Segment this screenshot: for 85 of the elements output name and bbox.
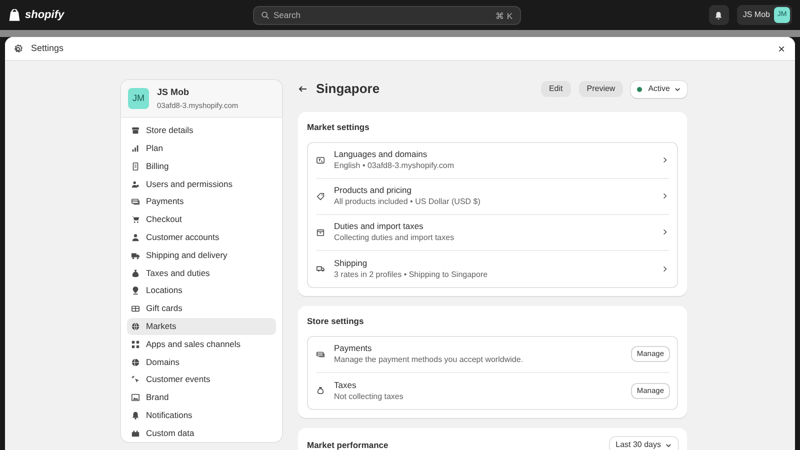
caret-icon <box>665 442 672 448</box>
gift-card-icon <box>131 304 140 314</box>
row-title: Duties and import taxes <box>334 220 424 232</box>
notifications-button[interactable] <box>708 5 729 25</box>
apps-icon <box>131 340 140 349</box>
close-button[interactable]: × <box>776 42 787 54</box>
sidebar-item[interactable]: Billing <box>127 157 276 176</box>
date-range-dropdown[interactable]: Last 30 days <box>610 436 678 450</box>
sidebar-item[interactable]: Customer events <box>127 370 276 389</box>
sidebar-item[interactable]: Taxes and duties <box>127 264 276 282</box>
sidebar-item[interactable]: Locations <box>127 282 276 300</box>
cart-icon <box>131 215 140 224</box>
sidebar-item[interactable]: Notifications <box>127 406 276 424</box>
settings-row[interactable]: Duties and import taxes Collecting duties and import taxes <box>316 214 669 251</box>
pin-icon <box>131 286 140 296</box>
shopping-bag-logo-icon <box>8 8 21 22</box>
store-name: JS Mob <box>157 86 190 99</box>
bag-icon <box>131 268 140 278</box>
page-title: Singapore <box>316 80 380 98</box>
chevron-right-icon <box>661 192 669 200</box>
bell-icon <box>131 410 140 420</box>
blocks-icon <box>131 428 140 438</box>
image-icon <box>131 393 140 402</box>
row-title: Taxes <box>334 378 358 390</box>
row-title: Languages and domains <box>334 148 428 160</box>
status-dropdown[interactable]: Active <box>631 80 687 98</box>
row-subtitle: English • 03afd8-3.myshopify.com <box>334 160 456 172</box>
row-title: Products and pricing <box>334 184 412 196</box>
sidebar-item[interactable]: Customer accounts <box>127 228 276 246</box>
bag-icon <box>316 386 325 395</box>
header-button[interactable]: Preview <box>578 81 624 97</box>
card-title: Market settings <box>307 121 370 134</box>
globe-icon <box>131 358 140 366</box>
chevron-right-icon <box>661 156 669 164</box>
truck-icon <box>131 250 140 260</box>
row-subtitle: Collecting duties and import taxes <box>334 232 456 244</box>
row-subtitle: All products included • US Dollar (USD $) <box>334 196 482 208</box>
search-icon <box>260 10 270 20</box>
sidebar-item[interactable]: Apps and sales channels <box>127 335 276 354</box>
header-button[interactable]: Edit <box>540 81 571 97</box>
card-icon <box>316 350 325 358</box>
row-title: Shipping <box>334 256 368 269</box>
chevron-right-icon <box>661 264 669 273</box>
shortcut-hint: ⌘ K <box>495 10 512 22</box>
people-icon <box>131 180 140 189</box>
gear-icon <box>13 44 23 54</box>
card-title: Store settings <box>307 314 365 328</box>
chevron-right-icon <box>661 228 669 236</box>
store-icon <box>131 126 140 136</box>
logo-text: shopify <box>25 8 64 23</box>
person-icon <box>131 232 140 242</box>
receipt-icon <box>131 162 140 171</box>
translate-icon <box>316 156 325 165</box>
back-arrow-icon <box>298 84 308 94</box>
card-icon <box>131 197 140 206</box>
row-subtitle: 3 rates in 2 profiles • Shipping to Singapore <box>334 268 489 281</box>
store-avatar: JM <box>128 88 149 109</box>
caret-icon <box>674 86 681 92</box>
row-subtitle: Manage the payment methods you accept worldwide. <box>334 354 524 366</box>
tag-icon <box>316 192 325 201</box>
box-icon <box>316 228 325 237</box>
cursor-click-icon <box>131 375 140 384</box>
sidebar-item[interactable]: Custom data <box>127 424 276 442</box>
globe-icon <box>131 322 140 331</box>
back-button[interactable] <box>298 84 308 94</box>
settings-row[interactable]: Shipping 3 rates in 2 profiles • Shipping to Singapore <box>316 250 669 287</box>
truck-icon <box>316 264 325 274</box>
sidebar-item[interactable]: Users and permissions <box>127 175 276 193</box>
row-title: Payments <box>334 342 373 354</box>
sidebar-item[interactable]: Domains <box>127 353 276 371</box>
settings-row[interactable]: Products and pricing All products included • US Dollar (USD $) <box>316 178 669 215</box>
sidebar-item[interactable]: Store details <box>127 122 276 140</box>
sidebar-item[interactable]: Brand <box>127 388 276 406</box>
row-subtitle: Not collecting taxes <box>334 390 404 402</box>
sidebar-item[interactable]: Plan <box>127 140 276 158</box>
sidebar-item[interactable]: Payments <box>127 192 276 211</box>
modal-title: Settings <box>31 42 64 55</box>
sidebar-item[interactable]: Checkout <box>127 210 276 229</box>
card-title: Market performance <box>307 438 388 450</box>
settings-row[interactable]: Languages and domains English • 03afd8-3.myshopify.com <box>316 142 669 179</box>
sidebar-item[interactable]: Markets <box>127 318 276 336</box>
bell-icon <box>714 10 724 20</box>
sidebar-item[interactable]: Shipping and delivery <box>127 246 276 264</box>
chart-icon <box>131 144 140 153</box>
sidebar-item[interactable]: Gift cards <box>127 300 276 318</box>
